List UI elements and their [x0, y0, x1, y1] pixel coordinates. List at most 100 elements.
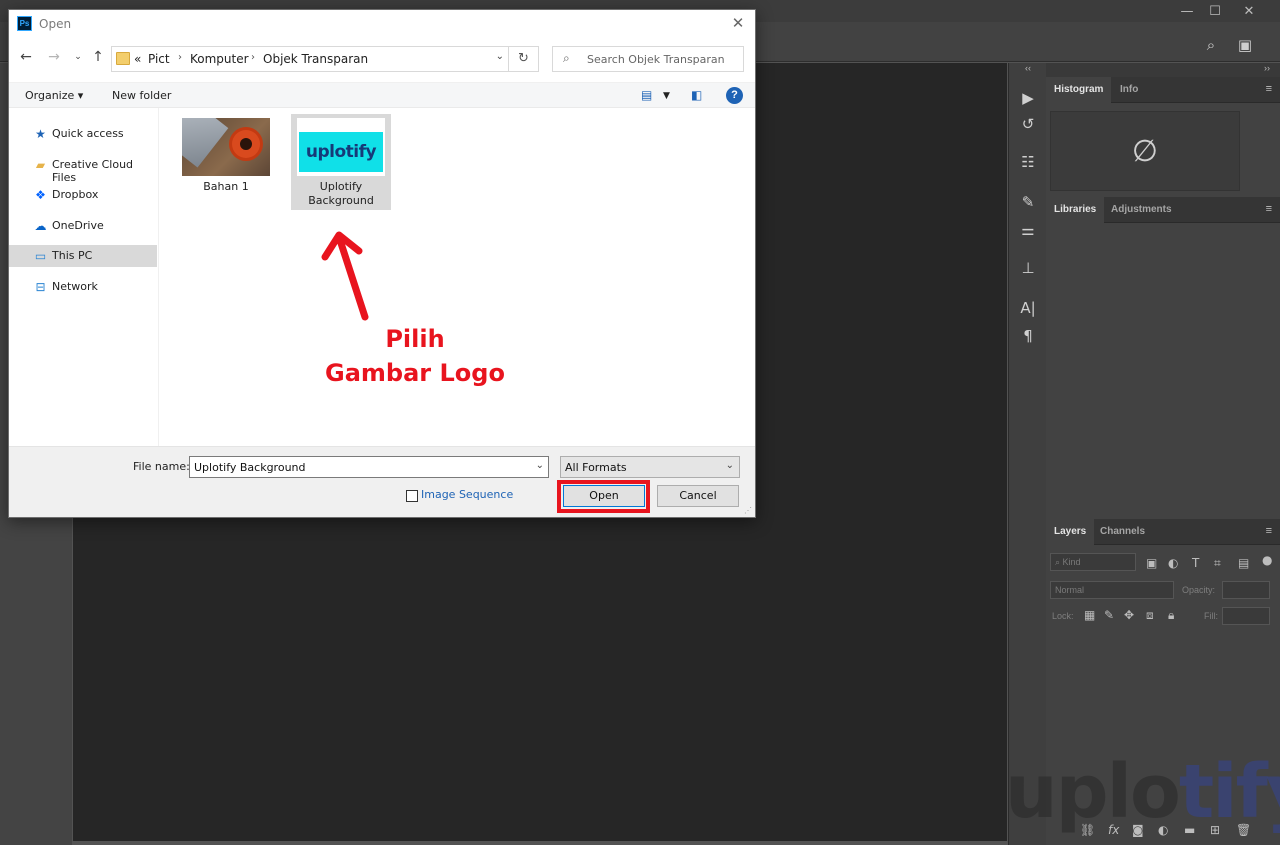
tab-info[interactable]: Info [1112, 77, 1146, 103]
organize-menu[interactable]: Organize ▾ [25, 89, 83, 102]
file-name-value: Uplotify Background [194, 461, 306, 474]
tab-channels[interactable]: Channels [1092, 519, 1153, 545]
open-dialog: Ps Open ✕ ← → ⌄ ↑ « Pict › Komputer › Ob… [8, 9, 756, 518]
file-format-select[interactable]: All Formats ⌄ [560, 456, 740, 478]
watermark-logo: uplotify [1005, 752, 1280, 832]
file-name-label: File name: [133, 460, 190, 473]
resize-grip-icon[interactable]: ⋰ [744, 506, 752, 515]
play-actions-icon[interactable]: ▶ [1017, 87, 1039, 109]
search-box[interactable]: ⌕ [552, 46, 744, 72]
collapse-icon[interactable]: ‹‹ [1009, 63, 1047, 77]
history-icon[interactable]: ↺ [1017, 113, 1039, 135]
opacity-field[interactable] [1222, 581, 1270, 599]
annotation-text: Pilih Gambar Logo [315, 322, 515, 390]
adjust-icon[interactable]: ⚌ [1017, 219, 1039, 241]
histogram-tabrow: Histogram Info ≡ [1046, 77, 1280, 103]
breadcrumb-separator-icon[interactable]: › [178, 52, 182, 63]
panel-menu-icon[interactable]: ≡ [1266, 83, 1272, 95]
shape-filter-icon[interactable]: ⌗ [1214, 556, 1221, 571]
type-filter-icon[interactable]: T [1192, 556, 1199, 570]
up-arrow-icon[interactable]: ↑ [89, 46, 107, 68]
network-icon: ⊟ [35, 280, 46, 294]
file-thumbnail: uplotify [297, 118, 385, 176]
forward-arrow-icon[interactable]: → [45, 46, 63, 68]
breadcrumb-komputer[interactable]: Komputer [190, 52, 249, 66]
blend-mode-select[interactable]: Normal [1050, 581, 1174, 599]
help-icon[interactable]: ? [726, 87, 743, 104]
maximize-button[interactable]: ☐ [1198, 0, 1232, 22]
watermark-part-1: uplo [1005, 749, 1181, 835]
fill-field[interactable] [1222, 607, 1270, 625]
breadcrumb-separator-icon[interactable]: › [251, 52, 255, 63]
layer-kind-filter[interactable]: ⌕ Kind [1050, 553, 1136, 571]
close-icon[interactable]: ✕ [727, 14, 749, 34]
lock-all-icon[interactable]: 🔒︎ [1168, 608, 1174, 623]
sidebar-item-network[interactable]: ⊟ Network [9, 276, 157, 298]
chevron-down-icon[interactable]: ⌄ [726, 460, 734, 471]
file-item-uplotify-background[interactable]: uplotify Uplotify Background [291, 114, 391, 210]
character-icon[interactable]: A| [1017, 297, 1039, 319]
sidebar-item-label: Network [52, 280, 98, 293]
file-item-bahan-1[interactable]: Bahan 1 [176, 114, 276, 210]
chevron-down-icon[interactable]: ⌄ [496, 51, 504, 62]
file-name: Bahan 1 [203, 180, 249, 193]
breadcrumb-objek-transparan[interactable]: Objek Transparan [263, 52, 368, 66]
tab-libraries[interactable]: Libraries [1046, 197, 1105, 223]
sidebar-item-dropbox[interactable]: ❖ Dropbox [9, 184, 157, 206]
lock-move-icon[interactable]: ✥ [1124, 608, 1134, 622]
kind-placeholder: Kind [1062, 557, 1081, 567]
image-sequence-checkbox[interactable] [406, 490, 418, 502]
view-options-icon[interactable]: ▤ [641, 88, 652, 102]
workspace-icon[interactable]: ▣ [1234, 34, 1256, 56]
adjustment-filter-icon[interactable]: ◐ [1168, 556, 1178, 570]
file-format-value: All Formats [565, 461, 627, 474]
file-list: Bahan 1 uplotify Uplotify Background [160, 108, 755, 446]
expand-icon[interactable]: ›› [1046, 63, 1280, 77]
photoshop-app-icon: Ps [17, 16, 32, 31]
new-folder-button[interactable]: New folder [112, 89, 171, 102]
star-icon: ★ [35, 127, 46, 141]
preview-pane-icon[interactable]: ◧ [691, 88, 702, 102]
properties-icon[interactable]: ☷ [1017, 151, 1039, 173]
opacity-label: Opacity: [1182, 585, 1216, 595]
lock-transparent-icon[interactable]: ▦ [1084, 608, 1095, 622]
brush-icon[interactable]: ✎ [1017, 191, 1039, 213]
address-bar[interactable]: « Pict › Komputer › Objek Transparan ⌄ [111, 46, 509, 72]
image-sequence-label[interactable]: Image Sequence [421, 488, 513, 501]
tab-histogram[interactable]: Histogram [1046, 77, 1112, 103]
fill-label: Fill: [1204, 611, 1218, 621]
pixel-filter-icon[interactable]: ▣ [1146, 556, 1157, 570]
overflow-chevron-icon[interactable]: « [134, 52, 141, 66]
clone-source-icon[interactable]: ⊥ [1017, 257, 1039, 279]
open-button-highlight [557, 480, 650, 513]
panel-menu-icon[interactable]: ≡ [1266, 203, 1272, 215]
paragraph-icon[interactable]: ¶ [1017, 325, 1039, 347]
back-arrow-icon[interactable]: ← [17, 46, 35, 68]
panel-menu-icon[interactable]: ≡ [1266, 525, 1272, 537]
tab-adjustments[interactable]: Adjustments [1103, 197, 1180, 223]
annotation-arrow-icon [321, 231, 369, 321]
lock-artboard-icon[interactable]: ⧈ [1146, 608, 1154, 623]
view-dropdown-icon[interactable]: ▼ [663, 91, 670, 101]
breadcrumb-pict[interactable]: Pict [148, 52, 170, 66]
sidebar-item-quick-access[interactable]: ★ Quick access [9, 123, 157, 145]
search-icon[interactable]: ⌕ [1200, 34, 1222, 56]
close-app-button[interactable]: ✕ [1232, 0, 1266, 22]
lock-brush-icon[interactable]: ✎ [1104, 608, 1114, 622]
refresh-icon[interactable]: ↻ [509, 46, 539, 72]
chevron-down-icon[interactable]: ⌄ [536, 460, 544, 471]
smart-object-filter-icon[interactable]: ▤ [1238, 556, 1249, 570]
file-name-input[interactable]: Uplotify Background ⌄ [189, 456, 549, 478]
cancel-button[interactable]: Cancel [657, 485, 739, 507]
file-name: Uplotify Background [308, 180, 374, 207]
filter-toggle-icon[interactable]: ● [1262, 553, 1272, 567]
search-input[interactable] [587, 51, 737, 67]
dialog-titlebar: Ps Open ✕ [9, 10, 755, 38]
tab-layers[interactable]: Layers [1046, 519, 1095, 545]
sidebar-item-creative-cloud[interactable]: ▰ Creative Cloud Files [9, 154, 157, 184]
sidebar-item-onedrive[interactable]: ☁ OneDrive [9, 215, 157, 237]
sidebar-item-this-pc[interactable]: ▭ This PC [9, 245, 157, 267]
sidebar-item-label: OneDrive [52, 219, 104, 232]
watermark-part-2: tify [1178, 749, 1280, 835]
recent-locations-icon[interactable]: ⌄ [69, 46, 87, 68]
